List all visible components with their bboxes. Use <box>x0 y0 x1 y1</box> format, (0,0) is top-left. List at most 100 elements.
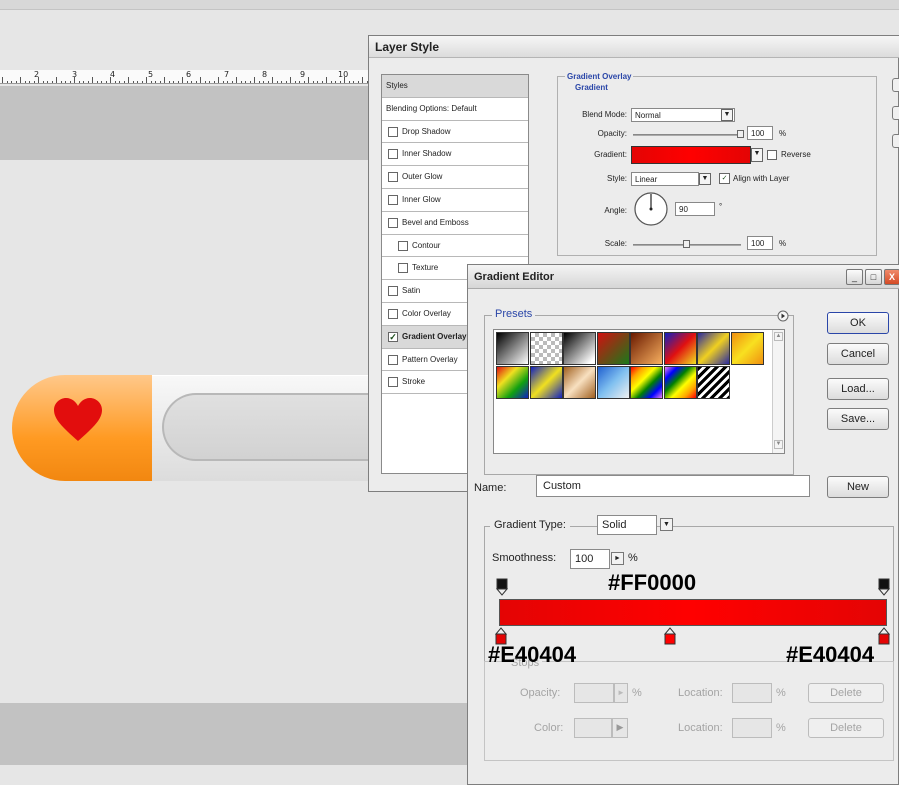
gradient-type-select[interactable]: Solid <box>597 515 657 535</box>
angle-input[interactable]: 90 <box>675 202 715 216</box>
presets-scrollbar[interactable]: ▲ ▼ <box>772 330 784 453</box>
ruler-tick <box>209 81 210 83</box>
stop-opacity-location-input[interactable] <box>732 683 772 703</box>
preset-swatch[interactable] <box>630 365 663 399</box>
gradient-preview-bar[interactable] <box>499 599 887 626</box>
style-checkbox[interactable] <box>388 286 398 297</box>
style-item[interactable]: Styles <box>382 75 528 98</box>
scale-label: Scale: <box>604 239 627 248</box>
name-input[interactable]: Custom <box>536 475 810 497</box>
chevron-down-icon[interactable]: ▼ <box>721 109 733 121</box>
preset-swatch[interactable] <box>529 365 563 399</box>
scale-input[interactable]: 100 <box>747 236 773 250</box>
chevron-right-icon[interactable]: ► <box>614 683 628 703</box>
chevron-down-icon[interactable]: ▼ <box>774 440 783 449</box>
ok-button-edge[interactable] <box>892 78 899 92</box>
preset-swatch[interactable] <box>730 332 764 365</box>
arrow-circle-icon[interactable] <box>777 310 789 322</box>
style-checkbox[interactable] <box>388 354 398 365</box>
ruler-tick <box>96 81 98 83</box>
style-select[interactable]: Linear <box>631 172 699 186</box>
preset-swatch[interactable] <box>496 365 529 399</box>
smoothness-input[interactable]: 100 <box>570 549 610 569</box>
color-stop-right-icon[interactable] <box>878 627 890 645</box>
save-button[interactable]: Save... <box>827 408 889 430</box>
preset-swatch[interactable] <box>697 365 730 399</box>
preset-swatch[interactable] <box>663 332 697 365</box>
cancel-button[interactable]: Cancel <box>827 343 889 365</box>
style-item[interactable]: Contour <box>382 235 528 258</box>
ruler-tick <box>11 81 12 83</box>
chevron-down-icon[interactable]: ▼ <box>660 518 673 531</box>
ok-button[interactable]: OK <box>827 312 889 334</box>
style-checkbox[interactable] <box>388 308 398 319</box>
preset-swatch[interactable] <box>697 332 730 365</box>
ruler-tick <box>141 81 143 83</box>
style-checkbox[interactable] <box>398 240 408 251</box>
opacity-unit: % <box>779 129 787 138</box>
color-midpoint-stop-icon[interactable] <box>664 627 676 645</box>
load-button[interactable]: Load... <box>827 378 889 400</box>
reverse-checkbox[interactable] <box>767 150 777 160</box>
style-item[interactable]: Inner Shadow <box>382 143 528 167</box>
preset-swatch[interactable] <box>563 365 596 399</box>
ruler-tick <box>312 81 314 83</box>
delete-opacity-stop-button[interactable]: Delete <box>808 683 884 703</box>
opacity-input[interactable]: 100 <box>747 126 773 140</box>
delete-color-stop-button[interactable]: Delete <box>808 718 884 738</box>
ruler-tick <box>330 81 332 83</box>
preset-swatch[interactable] <box>596 332 630 365</box>
ruler-tick <box>168 81 170 83</box>
preset-swatch[interactable] <box>663 365 697 399</box>
blend-mode-select[interactable]: Normal <box>631 108 735 122</box>
ruler-tick <box>303 81 305 83</box>
style-checkbox[interactable] <box>398 263 408 274</box>
style-item[interactable]: Drop Shadow <box>382 121 528 144</box>
style-checkbox[interactable] <box>388 172 398 183</box>
style-checkbox[interactable] <box>388 194 398 205</box>
chevron-down-icon[interactable]: ▼ <box>699 173 711 185</box>
chevron-right-icon[interactable]: ► <box>611 552 624 565</box>
stop-opacity-input[interactable] <box>574 683 614 703</box>
ruler-tick <box>308 77 309 83</box>
new-style-button-edge[interactable] <box>892 134 899 148</box>
opacity-stop-left-icon[interactable] <box>496 578 508 596</box>
style-checkbox[interactable] <box>388 126 398 137</box>
blend-mode-label: Blend Mode: <box>582 110 627 119</box>
align-with-layer-checkbox[interactable]: ✓ <box>719 173 730 184</box>
ruler-number: 10 <box>338 70 349 79</box>
scale-slider-thumb[interactable] <box>683 240 690 248</box>
style-checkbox[interactable]: ✓ <box>388 331 398 342</box>
close-button[interactable]: X <box>884 269 899 285</box>
style-checkbox[interactable] <box>388 377 398 388</box>
angle-dial-icon[interactable] <box>633 191 669 227</box>
preset-swatch[interactable] <box>596 365 630 399</box>
stop-color-location-input[interactable] <box>732 718 772 738</box>
ruler-tick <box>254 77 255 83</box>
new-button[interactable]: New <box>827 476 889 498</box>
chevron-down-icon[interactable]: ▼ <box>751 148 763 162</box>
style-item[interactable]: Inner Glow <box>382 189 528 212</box>
preset-swatch[interactable] <box>630 332 663 365</box>
ruler-tick <box>191 81 192 83</box>
style-item[interactable]: Outer Glow <box>382 166 528 189</box>
preset-swatch[interactable] <box>529 332 563 365</box>
chevron-right-icon[interactable]: ▶ <box>612 718 628 738</box>
ruler-tick <box>137 81 138 83</box>
maximize-button[interactable]: □ <box>865 269 882 285</box>
preset-swatch[interactable] <box>563 332 596 365</box>
gradient-picker[interactable] <box>631 146 751 164</box>
opacity-slider-thumb[interactable] <box>737 130 744 138</box>
stop-color-swatch[interactable] <box>574 718 612 738</box>
preset-swatch[interactable] <box>496 332 529 365</box>
style-item-label: Inner Shadow <box>402 149 452 159</box>
style-item[interactable]: Blending Options: Default <box>382 98 528 121</box>
minimize-button[interactable]: _ <box>846 269 863 285</box>
chevron-up-icon[interactable]: ▲ <box>774 332 783 341</box>
opacity-slider[interactable] <box>633 134 741 136</box>
style-checkbox[interactable] <box>388 149 398 160</box>
opacity-stop-right-icon[interactable] <box>878 578 890 596</box>
style-item[interactable]: Bevel and Emboss <box>382 212 528 235</box>
cancel-button-edge[interactable] <box>892 106 899 120</box>
style-checkbox[interactable] <box>388 217 398 228</box>
